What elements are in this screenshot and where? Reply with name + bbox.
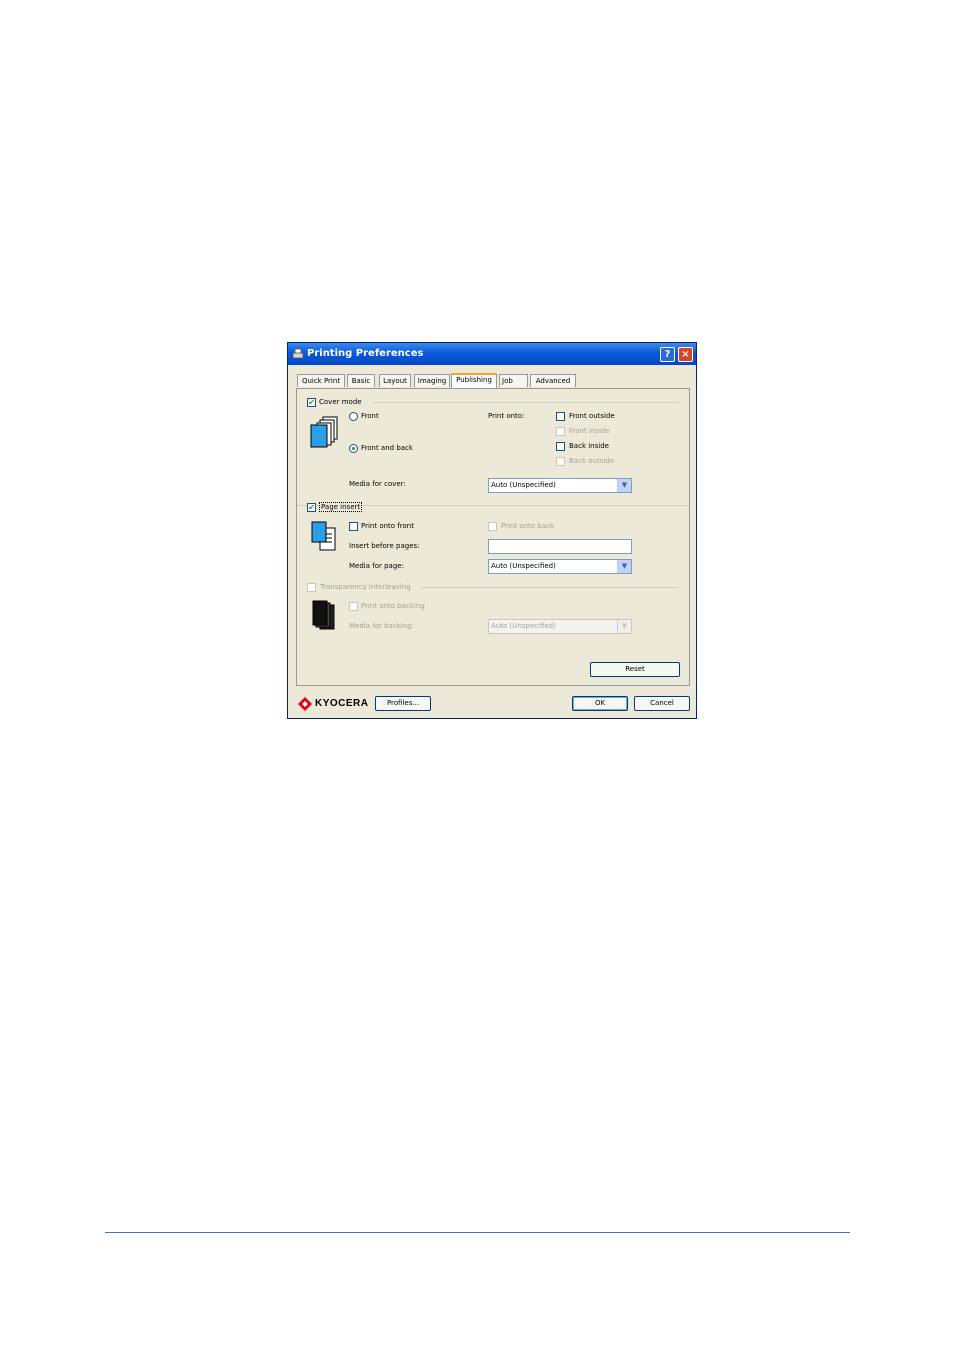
media-for-page-label: Media for page: [349, 562, 404, 570]
tab-basic[interactable]: Basic [347, 374, 375, 387]
ok-button[interactable]: OK [572, 696, 628, 711]
print-onto-backing-label: Print onto backing [361, 602, 425, 610]
tab-quick-print[interactable]: Quick Print [297, 374, 345, 387]
chevron-down-icon[interactable]: ▼ [617, 620, 631, 633]
media-for-page-value: Auto (Unspecified) [491, 562, 556, 570]
transparency-interleaving-checkbox[interactable] [307, 583, 316, 592]
print-onto-backing-checkbox[interactable] [349, 602, 358, 611]
transparency-divider [421, 587, 679, 588]
back-inside-label: Back inside [569, 442, 609, 450]
front-outside-label: Front outside [569, 412, 615, 420]
page-footer-rule [105, 1232, 850, 1233]
back-outside-label: Back outside [569, 457, 615, 465]
page-insert-checkbox[interactable]: ✔ [307, 503, 316, 512]
tab-imaging[interactable]: Imaging [414, 374, 450, 387]
page-insert-icon [311, 521, 336, 551]
backing-sheets-icon [312, 600, 335, 630]
page-insert-label: Page insert [319, 502, 363, 512]
transparency-interleaving-label: Transparency interleaving [320, 583, 411, 591]
front-radio-label: Front [361, 412, 379, 420]
media-for-cover-select[interactable]: Auto (Unspecified) ▼ [488, 478, 632, 493]
cover-mode-label: Cover mode [319, 398, 362, 406]
profiles-button[interactable]: Profiles... [375, 696, 431, 711]
chevron-down-icon[interactable]: ▼ [617, 560, 631, 573]
media-for-backing-select[interactable]: Auto (Unspecified) ▼ [488, 619, 632, 634]
media-for-backing-value: Auto (Unspecified) [491, 622, 556, 630]
front-inside-checkbox[interactable] [556, 427, 565, 436]
tab-layout[interactable]: Layout [379, 374, 411, 387]
print-onto-back-checkbox[interactable] [488, 522, 497, 531]
media-for-page-select[interactable]: Auto (Unspecified) ▼ [488, 559, 632, 574]
print-onto-label: Print onto: [488, 412, 525, 420]
print-onto-front-label: Print onto front [361, 522, 414, 530]
reset-button[interactable]: Reset [590, 662, 680, 677]
cancel-button[interactable]: Cancel [634, 696, 690, 711]
tab-job[interactable]: Job [499, 374, 528, 387]
window-title: Printing Preferences [307, 348, 424, 359]
media-for-backing-label: Media for backing: [349, 622, 414, 630]
printing-preferences-dialog: Printing Preferences ? × Quick Print Bas… [287, 342, 697, 719]
chevron-down-icon[interactable]: ▼ [617, 479, 631, 492]
back-inside-checkbox[interactable] [556, 442, 565, 451]
tab-publishing[interactable]: Publishing [451, 373, 497, 388]
front-outside-checkbox[interactable] [556, 412, 565, 421]
close-button[interactable]: × [678, 347, 693, 362]
print-onto-front-checkbox[interactable] [349, 522, 358, 531]
print-onto-back-label: Print onto back [501, 522, 554, 530]
insert-before-pages-label: Insert before pages: [349, 542, 420, 550]
tab-advanced[interactable]: Advanced [530, 374, 576, 387]
media-for-cover-value: Auto (Unspecified) [491, 481, 556, 489]
help-button[interactable]: ? [660, 347, 675, 362]
kyocera-logo-icon [298, 697, 312, 711]
media-for-cover-label: Media for cover: [349, 480, 406, 488]
cover-pages-icon [310, 416, 338, 448]
radio-selected-dot [352, 447, 355, 450]
publishing-panel: ✔ Cover mode Front Front and back Print … [296, 388, 690, 686]
front-and-back-radio-label: Front and back [361, 444, 413, 452]
back-outside-checkbox[interactable] [556, 457, 565, 466]
brand-name: KYOCERA [315, 698, 369, 709]
insert-before-pages-input[interactable] [488, 539, 632, 554]
cover-mode-divider [373, 402, 679, 403]
cover-mode-checkbox[interactable]: ✔ [307, 398, 316, 407]
title-bar[interactable]: Printing Preferences ? × [288, 343, 696, 365]
printer-icon [292, 348, 304, 359]
front-inside-label: Front inside [569, 427, 610, 435]
front-and-back-radio[interactable] [349, 444, 358, 453]
front-radio[interactable] [349, 412, 358, 421]
